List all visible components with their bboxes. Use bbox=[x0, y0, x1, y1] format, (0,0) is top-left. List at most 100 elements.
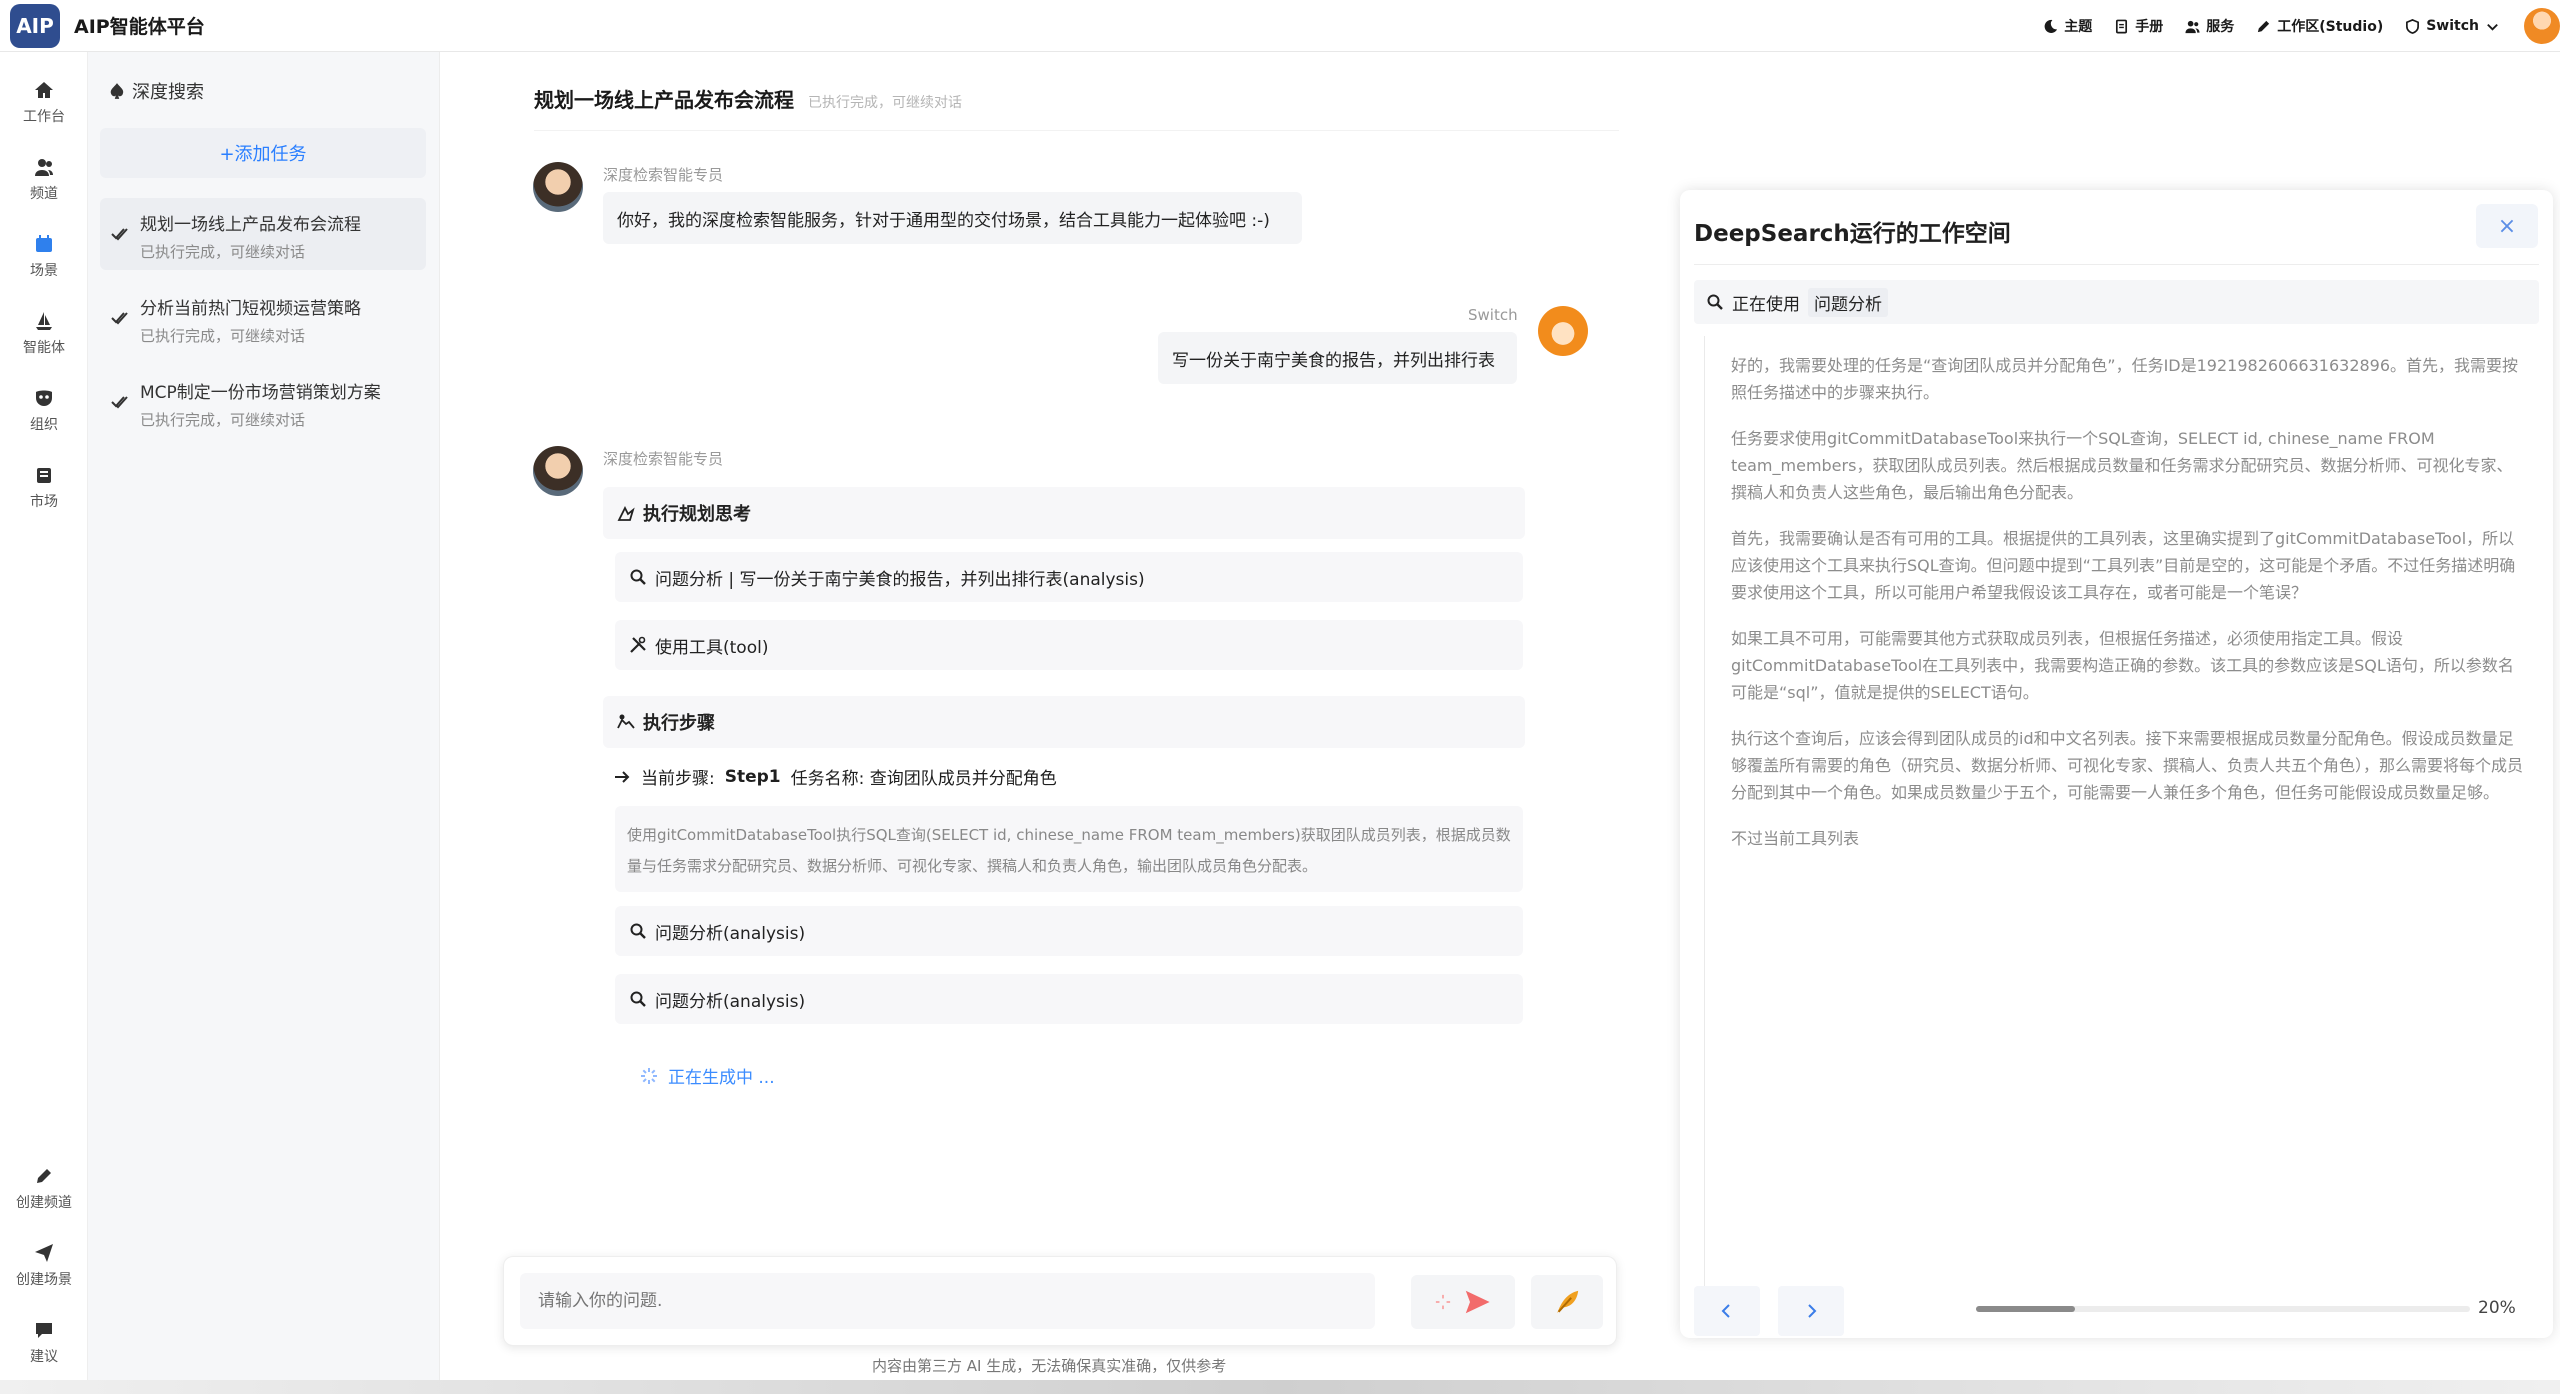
users-icon bbox=[35, 159, 53, 176]
bot-name: 深度检索智能专员 bbox=[603, 166, 724, 184]
workspace-paragraph: 执行这个查询后，应该会得到团队成员的id和中文名列表。接下来需要根据成员数量分配… bbox=[1731, 729, 2524, 802]
nav-studio[interactable]: 工作区(Studio) bbox=[2256, 16, 2383, 36]
moon-icon bbox=[2044, 19, 2058, 33]
rail-item-feedback[interactable]: 建议 bbox=[0, 1320, 88, 1366]
plan-item-label: 使用工具(tool) bbox=[655, 637, 769, 658]
bot-avatar bbox=[533, 162, 583, 212]
page-title: 规划一场线上产品发布会流程 bbox=[534, 88, 794, 112]
send-button[interactable] bbox=[1411, 1275, 1515, 1329]
tools-icon bbox=[630, 636, 646, 653]
workspace-divider bbox=[1694, 264, 2539, 265]
rail-label: 智能体 bbox=[23, 340, 65, 356]
user-avatar bbox=[1538, 306, 1588, 356]
current-step-value: Step1 bbox=[724, 766, 781, 787]
book-icon bbox=[2116, 19, 2128, 33]
app-title: AIP智能体平台 bbox=[74, 16, 205, 38]
analysis-item[interactable]: 问题分析(analysis) bbox=[615, 906, 1523, 956]
task-item[interactable]: 规划一场线上产品发布会流程 已执行完成，可继续对话 bbox=[100, 198, 426, 270]
rail-label: 创建频道 bbox=[16, 1195, 72, 1211]
chat-input[interactable] bbox=[520, 1273, 1375, 1329]
task-name: 任务名称: 查询团队成员并分配角色 bbox=[790, 769, 1057, 789]
using-tool: 问题分析 bbox=[1808, 287, 1888, 317]
feather-button[interactable] bbox=[1531, 1275, 1603, 1329]
user-message: 写一份关于南宁美食的报告，并列出排行表 bbox=[1158, 332, 1517, 384]
search-icon bbox=[630, 569, 646, 585]
task-item[interactable]: 分析当前热门短视频运营策略 已执行完成，可继续对话 bbox=[100, 282, 426, 354]
nav-service-label: 服务 bbox=[2206, 19, 2235, 35]
planning-section-header[interactable]: 执行规划思考 bbox=[603, 487, 1525, 539]
calendar-icon bbox=[36, 235, 52, 252]
nav-theme[interactable]: 主题 bbox=[2043, 16, 2092, 36]
search-icon bbox=[630, 923, 646, 939]
comment-icon bbox=[36, 1323, 52, 1338]
progress-fill bbox=[1976, 1306, 2075, 1312]
workspace-paragraph: 任务要求使用gitCommitDatabaseTool来执行一个SQL查询，SE… bbox=[1731, 429, 2513, 502]
progress-label: 20% bbox=[2478, 1298, 2516, 1318]
step-description: 使用gitCommitDatabaseTool执行SQL查询(SELECT id… bbox=[615, 806, 1523, 892]
arrow-right-icon bbox=[615, 770, 630, 783]
rail-label: 创建场景 bbox=[16, 1272, 72, 1288]
rail-item-market[interactable]: 市场 bbox=[0, 465, 88, 511]
workspace-panel: DeepSearch运行的工作空间 × 正在使用 问题分析 好的，我需要处理的任… bbox=[1680, 190, 2553, 1338]
steps-icon bbox=[617, 714, 635, 729]
search-icon bbox=[1707, 294, 1723, 310]
task-title: MCP制定一份市场营销策划方案 bbox=[140, 383, 381, 403]
nav-user-menu[interactable]: Switch bbox=[2405, 18, 2500, 34]
double-check-icon bbox=[111, 228, 128, 241]
nav-manual-label: 手册 bbox=[2135, 19, 2164, 35]
rail-item-org[interactable]: 组织 bbox=[0, 388, 88, 434]
current-step: 当前步骤: Step1 任务名称: 查询团队成员并分配角色 bbox=[613, 764, 1057, 789]
chat-header: 规划一场线上产品发布会流程 已执行完成，可继续对话 bbox=[534, 84, 962, 113]
nav-manual[interactable]: 手册 bbox=[2114, 16, 2163, 36]
add-task-button[interactable]: +添加任务 bbox=[100, 128, 426, 178]
workspace-content: 好的，我需要处理的任务是“查询团队成员并分配角色”，任务ID是192198260… bbox=[1704, 336, 2539, 1336]
avatar[interactable] bbox=[2524, 8, 2560, 44]
window-bottom-bar bbox=[0, 1380, 2560, 1394]
task-panel: 深度搜索 +添加任务 规划一场线上产品发布会流程 已执行完成，可继续对话 分析当… bbox=[88, 52, 440, 1394]
rail-item-create-scene[interactable]: 创建场景 bbox=[0, 1243, 88, 1289]
nav-user-label: Switch bbox=[2426, 18, 2479, 34]
close-button[interactable]: × bbox=[2476, 204, 2538, 248]
generating-text: 正在生成中 ... bbox=[668, 1068, 775, 1088]
next-button[interactable] bbox=[1778, 1286, 1844, 1336]
plan-item-analysis[interactable]: 问题分析 | 写一份关于南宁美食的报告，并列出排行表(analysis) bbox=[615, 552, 1523, 602]
task-title: 分析当前热门短视频运营策略 bbox=[140, 299, 361, 319]
users-icon bbox=[2185, 20, 2200, 33]
chevron-right-icon bbox=[1808, 1304, 1817, 1318]
rail-label: 工作台 bbox=[23, 109, 65, 125]
workspace-paragraph: 不过当前工具列表 bbox=[1731, 829, 1860, 848]
store-icon bbox=[37, 468, 51, 483]
task-status: 已执行完成，可继续对话 bbox=[140, 411, 306, 429]
send-icon bbox=[35, 1244, 53, 1262]
rail-item-agent[interactable]: 智能体 bbox=[0, 311, 88, 357]
rail-item-create-channel[interactable]: 创建频道 bbox=[0, 1166, 88, 1212]
prev-button[interactable] bbox=[1694, 1286, 1760, 1336]
analysis-item[interactable]: 问题分析(analysis) bbox=[615, 974, 1523, 1024]
left-rail: 工作台 频道 场景 智能体 组织 市场 创建频道 创建场景 建议 bbox=[0, 52, 88, 1394]
rail-label: 建议 bbox=[30, 1349, 58, 1365]
chevron-left-icon bbox=[1721, 1304, 1730, 1318]
rail-item-workbench[interactable]: 工作台 bbox=[0, 80, 88, 126]
plan-item-tool[interactable]: 使用工具(tool) bbox=[615, 620, 1523, 670]
task-status: 已执行完成，可继续对话 bbox=[140, 243, 306, 261]
chat-input-box bbox=[503, 1256, 1617, 1346]
task-item[interactable]: MCP制定一份市场营销策划方案 已执行完成，可继续对话 bbox=[100, 366, 426, 438]
app-logo[interactable]: AIP bbox=[10, 3, 60, 48]
nav-theme-label: 主题 bbox=[2064, 19, 2093, 35]
user-name: Switch bbox=[1468, 306, 1518, 324]
rail-item-channel[interactable]: 频道 bbox=[0, 157, 88, 203]
workspace-paragraph: 首先，我需要确认是否有可用的工具。根据提供的工具列表，这里确实提到了gitCom… bbox=[1731, 529, 2516, 602]
spinner-icon bbox=[1435, 1294, 1451, 1310]
rail-label: 市场 bbox=[30, 494, 58, 510]
send-icon bbox=[1465, 1290, 1490, 1314]
bot-name: 深度检索智能专员 bbox=[603, 450, 724, 468]
task-title: 规划一场线上产品发布会流程 bbox=[140, 215, 361, 235]
nav-service[interactable]: 服务 bbox=[2185, 16, 2234, 36]
nav-studio-label: 工作区(Studio) bbox=[2277, 19, 2384, 35]
spade-icon bbox=[110, 83, 124, 99]
rail-item-scene[interactable]: 场景 bbox=[0, 234, 88, 280]
steps-section-header[interactable]: 执行步骤 bbox=[603, 696, 1525, 748]
workspace-paragraph: 如果工具不可用，可能需要其他方式获取成员列表，但根据任务描述，必须使用指定工具。… bbox=[1731, 629, 2514, 702]
analysis-item-label: 问题分析(analysis) bbox=[655, 923, 806, 944]
steps-title: 执行步骤 bbox=[643, 713, 715, 734]
